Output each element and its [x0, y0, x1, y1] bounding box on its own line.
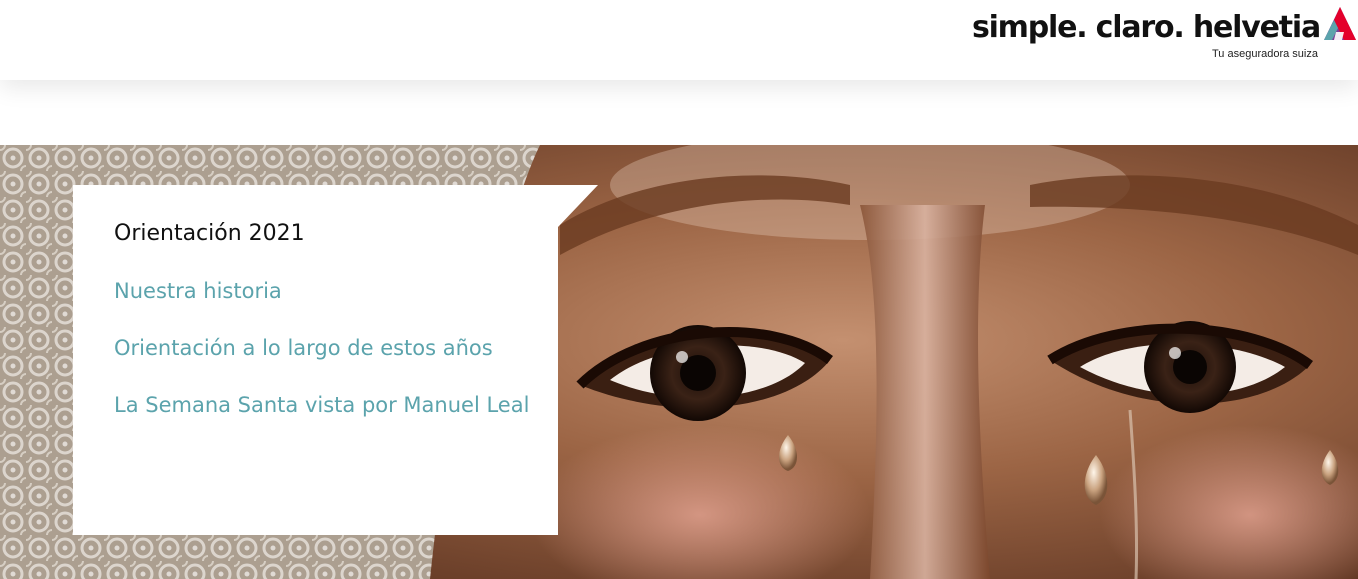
brand-logo[interactable]: simple. claro. helvetia Tu aseguradora s…	[972, 4, 1358, 64]
brand-tagline: Tu aseguradora suiza	[1212, 48, 1318, 60]
link-nuestra-historia[interactable]: Nuestra historia	[114, 279, 282, 303]
helvetia-logo-icon	[1324, 7, 1356, 40]
site-header: simple. claro. helvetia Tu aseguradora s…	[0, 0, 1358, 80]
link-orientacion-anos[interactable]: Orientación a lo largo de estos años	[114, 336, 493, 360]
card-title: Orientación 2021	[114, 221, 305, 246]
brand-wordmark: simple. claro. helvetia	[971, 10, 1321, 45]
page: simple. claro. helvetia Tu aseguradora s…	[0, 0, 1358, 579]
orientation-nav-card: Orientación 2021 Nuestra historia Orient…	[73, 185, 598, 535]
link-semana-santa-manuel-leal[interactable]: La Semana Santa vista por Manuel Leal	[114, 393, 529, 417]
